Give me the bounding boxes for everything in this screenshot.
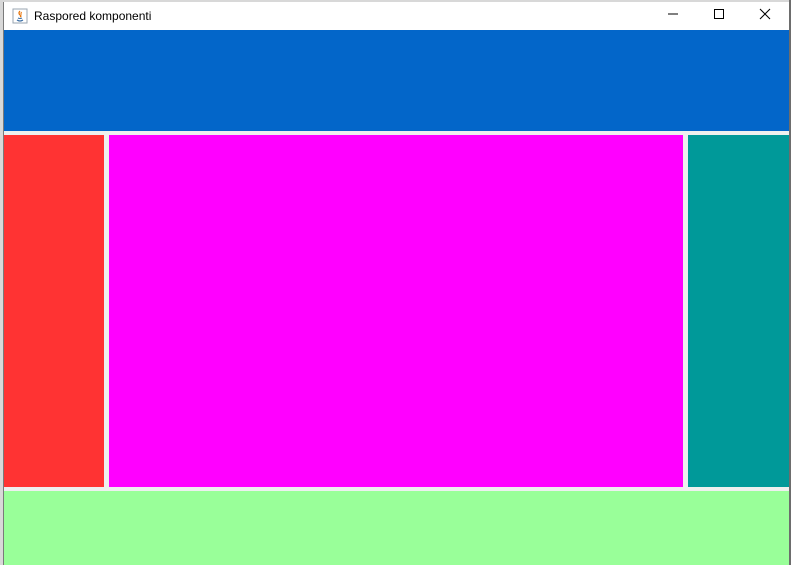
west-panel [4,135,104,487]
java-app-icon[interactable] [12,8,28,24]
maximize-button[interactable] [696,2,742,30]
minimize-button[interactable] [650,2,696,30]
window-title: Raspored komponenti [34,9,152,23]
close-button[interactable] [742,2,788,30]
south-panel [4,491,789,565]
title-bar[interactable]: Raspored komponenti [4,2,789,30]
application-window: Raspored komponenti [3,2,789,565]
maximize-icon [713,7,725,25]
east-panel [688,135,789,487]
center-panel [109,135,683,487]
minimize-icon [667,7,679,25]
close-icon [759,7,771,25]
north-panel [4,30,789,131]
